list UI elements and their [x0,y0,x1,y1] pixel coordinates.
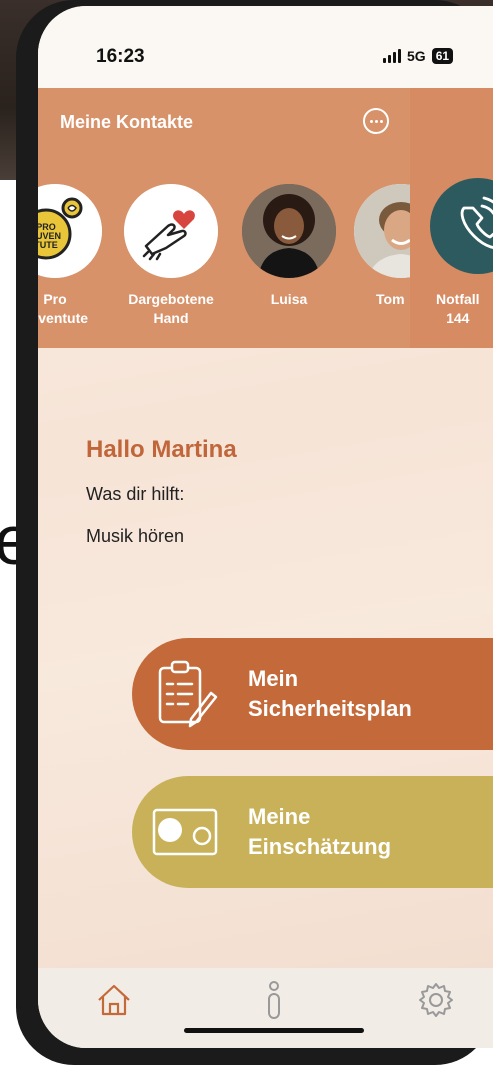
contact-name-dargebotene-hand: Dargebotene Hand [128,291,214,326]
network-type: 5G [407,48,426,64]
greeting-title: Hallo Martina [86,436,237,463]
contacts-title: Meine Kontakte [60,112,194,132]
status-indicators: 5G 61 [383,48,454,64]
luisa-photo [242,184,336,278]
signal-icon [383,49,401,63]
battery-icon: 61 [431,48,454,64]
phone-ringing-icon [460,196,493,249]
status-time: 16:23 [96,46,145,67]
helping-hand-heart-icon [124,184,218,278]
help-value: Musik hören [86,526,185,546]
app-screen: 16:23 5G 61 Meine Kontakte PRO JUVEN [38,6,493,1048]
emergency-panel[interactable]: Notfall 144 [410,88,493,348]
status-bar: 16:23 5G 61 [38,6,493,88]
emergency-label: Notfall 144 [436,291,480,326]
safety-plan-label: Mein Sicherheitsplan [248,666,412,721]
self-assessment-button[interactable]: Meine Einschätzung [132,776,493,888]
phone-frame: 16:23 5G 61 Meine Kontakte PRO JUVEN [16,0,493,1065]
contact-avatar-dargebotene-hand[interactable] [124,184,218,278]
safety-plan-button[interactable]: Mein Sicherheitsplan [132,638,493,750]
home-indicator [184,1028,364,1033]
settings-icon[interactable] [416,980,456,1020]
help-label: Was dir hilft: [86,484,185,504]
more-options-icon[interactable] [363,108,389,134]
info-icon[interactable] [254,980,294,1020]
home-icon[interactable] [94,980,134,1020]
svg-text:TUTE: TUTE [38,240,58,250]
bottom-tab-bar [38,968,493,1048]
contact-name-pro-juventute: Pro Juventute [38,291,89,326]
clipboard-checklist-icon [158,660,218,728]
contact-avatar-luisa[interactable] [242,184,336,278]
emergency-call-button[interactable] [430,178,493,274]
toggle-assessment-icon [152,808,218,856]
self-assessment-label: Meine Einschätzung [248,804,392,859]
contact-name-luisa: Luisa [270,291,308,307]
